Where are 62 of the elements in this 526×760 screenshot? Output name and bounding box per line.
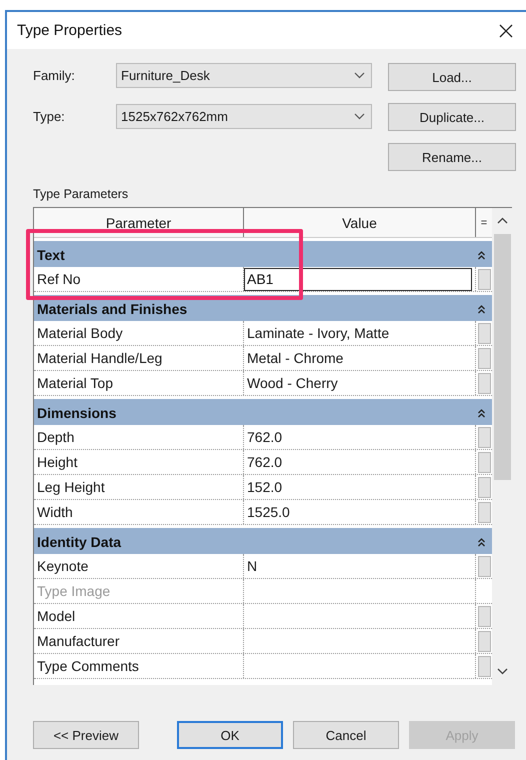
parameter-button[interactable] <box>478 476 491 498</box>
dialog-button[interactable]: Cancel <box>293 721 399 749</box>
dialog-button[interactable]: Load... <box>388 63 516 91</box>
parameter-cell: Width <box>34 500 244 524</box>
collapse-icon <box>477 304 486 314</box>
value-input[interactable]: AB1 <box>244 268 472 290</box>
caret-icon <box>354 72 365 79</box>
dropdown-field[interactable]: Furniture_Desk <box>116 63 372 88</box>
parameter-cell: Material Top <box>34 371 244 395</box>
dialog-button[interactable]: Rename... <box>388 143 516 171</box>
parameter-cell: Material Body <box>34 321 244 345</box>
parameter-button[interactable] <box>478 268 491 290</box>
group-header[interactable]: Materials and Finishes <box>34 295 492 321</box>
collapse-icon <box>477 250 486 260</box>
value-cell: 762.0 <box>247 454 282 470</box>
value-cell: 1525.0 <box>247 504 290 520</box>
scroll-up-icon[interactable] <box>496 217 508 224</box>
value-cell: Laminate - Ivory, Matte <box>247 325 390 341</box>
parameter-button[interactable] <box>478 452 491 472</box>
parameter-button[interactable] <box>478 630 491 652</box>
field-label: Family: <box>33 68 76 83</box>
parameter-cell: Depth <box>34 425 244 449</box>
collapse-icon <box>477 408 486 418</box>
parameter-button[interactable] <box>478 426 491 448</box>
window-title: Type Properties <box>17 22 122 39</box>
scrollbar-thumb[interactable] <box>494 234 511 480</box>
dropdown-field[interactable]: 1525x762x762mm <box>116 104 372 129</box>
parameter-button[interactable] <box>478 556 491 576</box>
dialog-button[interactable]: OK <box>177 721 283 749</box>
scrollbar[interactable] <box>492 208 512 685</box>
parameter-button[interactable] <box>478 656 491 676</box>
section-label: Type Parameters <box>33 187 130 203</box>
parameter-button[interactable] <box>478 372 491 394</box>
column-header: Parameter <box>34 208 244 237</box>
group-header[interactable]: Text <box>34 241 492 267</box>
group-header[interactable]: Dimensions <box>34 399 492 425</box>
parameter-button[interactable] <box>478 502 491 522</box>
parameter-button[interactable] <box>478 606 491 626</box>
value-cell: N <box>247 558 258 574</box>
scroll-down-icon[interactable] <box>496 668 508 675</box>
parameter-cell: Type Image <box>34 579 244 603</box>
value-cell: Metal - Chrome <box>247 350 344 366</box>
dialog-button[interactable]: << Preview <box>33 721 139 749</box>
value-cell: 152.0 <box>247 479 282 495</box>
close-icon[interactable] <box>499 24 513 38</box>
caret-icon <box>354 113 365 120</box>
parameter-button[interactable] <box>478 348 491 368</box>
parameter-button[interactable] <box>478 322 491 344</box>
field-label: Type: <box>33 109 66 124</box>
dialog-button[interactable]: Duplicate... <box>388 103 516 131</box>
parameter-cell: Material Handle/Leg <box>34 346 244 370</box>
parameter-cell: Type Comments <box>34 654 244 678</box>
collapse-icon <box>477 538 486 546</box>
parameter-cell: Leg Height <box>34 475 244 499</box>
value-cell: Wood - Cherry <box>247 375 338 391</box>
parameter-cell: Model <box>34 604 244 628</box>
group-header[interactable]: Identity Data <box>34 528 492 554</box>
parameter-cell: Height <box>34 450 244 474</box>
column-header: Value <box>244 208 476 237</box>
parameter-cell: Manufacturer <box>34 629 244 653</box>
value-cell: 762.0 <box>247 429 282 445</box>
parameter-cell: Keynote <box>34 554 244 578</box>
